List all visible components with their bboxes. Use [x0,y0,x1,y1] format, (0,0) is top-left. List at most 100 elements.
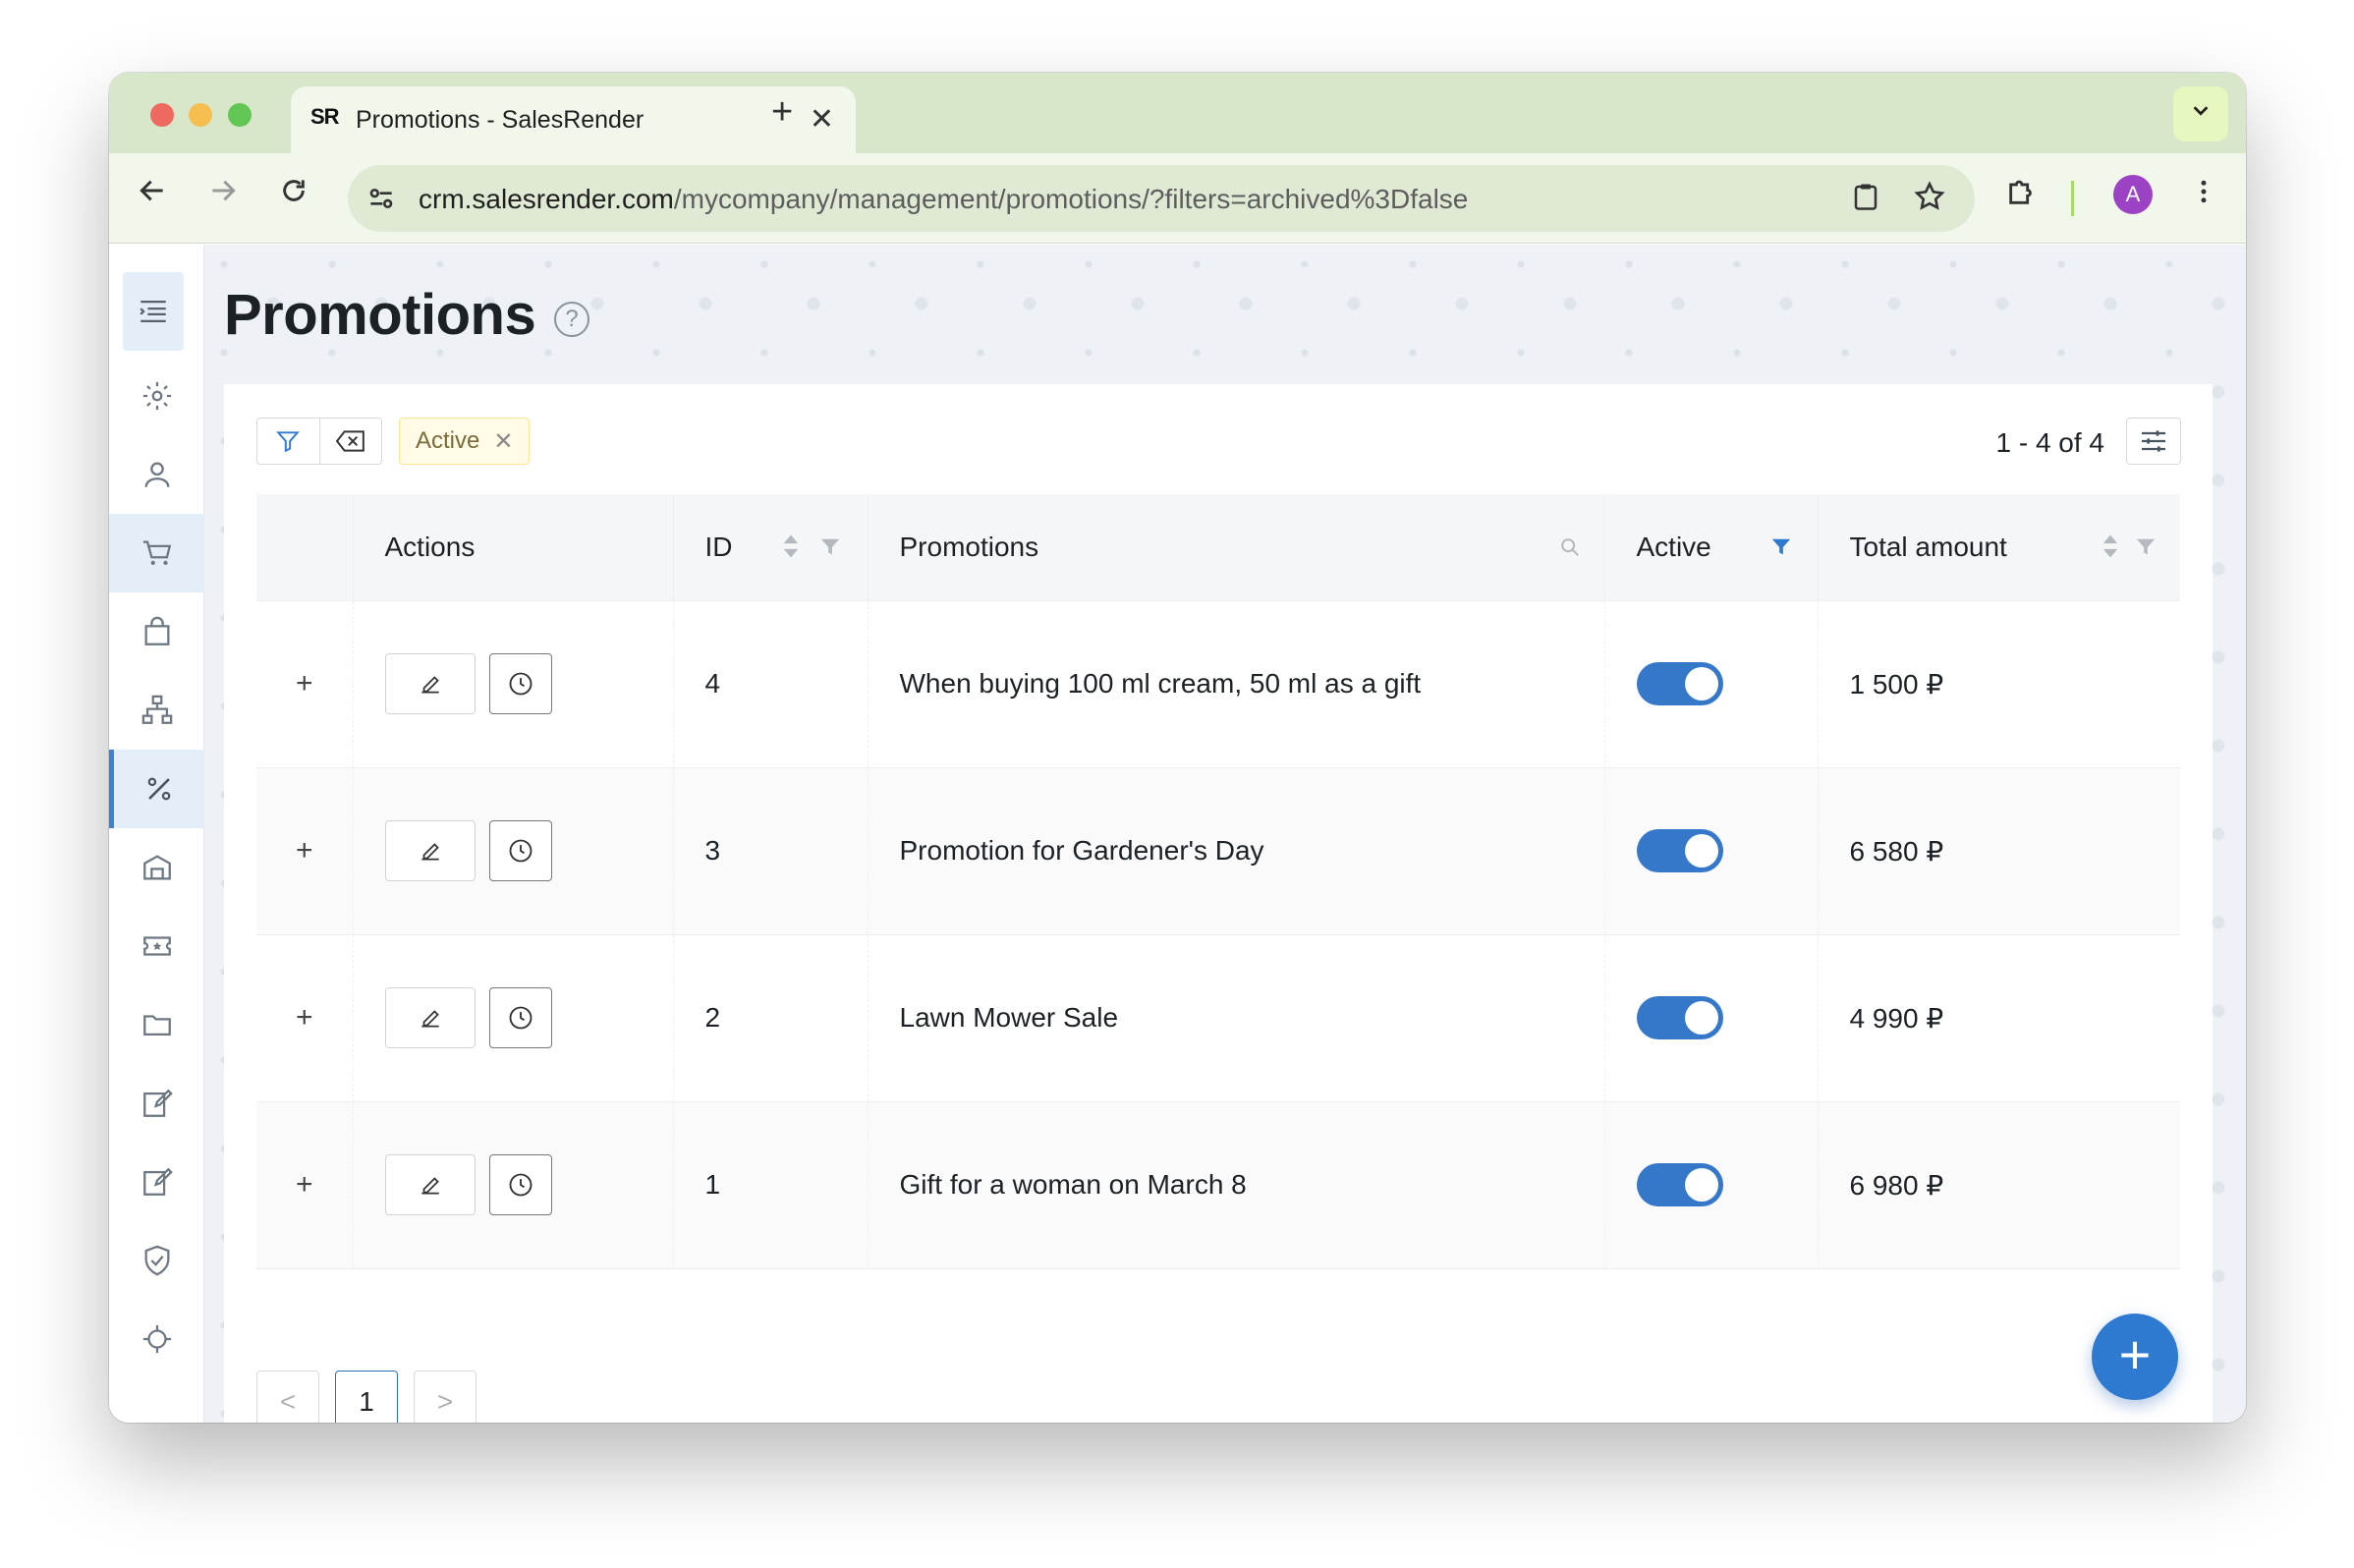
edit-button[interactable] [384,820,476,881]
back-button[interactable] [137,175,168,215]
active-toggle[interactable] [1636,662,1723,705]
active-toggle[interactable] [1636,1163,1723,1206]
reload-button[interactable] [278,175,309,215]
sidebar-item-security[interactable] [109,1221,204,1300]
expand-row-button[interactable]: + [256,600,353,768]
history-clock-icon [509,1006,532,1030]
sidebar-item-scripts[interactable] [109,1143,204,1221]
history-button[interactable] [488,1154,552,1215]
sort-icon[interactable] [2102,533,2119,566]
close-window-button[interactable] [150,103,174,127]
row-active [1603,1101,1818,1269]
backspace-clear-icon [335,430,364,452]
promotions-table: Actions ID Promotions Active Total amoun… [256,494,2180,1269]
expand-row-button[interactable]: + [256,1101,353,1269]
table-row[interactable]: + 4 When buying 100 ml cream, 50 ml as a… [256,600,2180,768]
column-header-actions: Actions [352,494,673,601]
table-row[interactable]: + 1 Gift for a woman on March 8 6 980 ₽ [256,1101,2180,1269]
clear-filters-button[interactable] [318,419,381,464]
row-active [1603,767,1818,935]
table-header-row: Actions ID Promotions Active Total amoun… [256,494,2180,601]
column-filter-icon[interactable] [2135,533,2157,565]
column-header-total-amount[interactable]: Total amount [1817,494,2180,601]
browser-window: SR Promotions - SalesRender ✕ + crm.sale… [109,73,2246,1423]
chip-remove-icon[interactable]: ✕ [493,427,513,456]
chip-label: Active [416,427,480,454]
tab-close-icon[interactable]: ✕ [810,102,834,137]
active-toggle[interactable] [1636,829,1723,872]
favicon-icon: SR [310,104,340,129]
column-label: Promotions [899,531,1039,562]
pagination: < 1 > [256,1371,476,1423]
sidebar-item-forms[interactable] [109,1064,204,1143]
filter-controls [256,418,382,465]
minimize-window-button[interactable] [189,103,212,127]
pencil-icon [420,1010,439,1028]
page-1-button[interactable]: 1 [335,1371,398,1423]
sort-icon[interactable] [782,533,800,566]
sidebar-item-orders[interactable] [109,514,204,592]
row-promotion-name[interactable]: Promotion for Gardener's Day [867,767,1604,935]
row-promotion-name[interactable]: Lawn Mower Sale [867,934,1604,1102]
forward-button[interactable] [207,175,239,215]
site-settings-icon[interactable] [365,183,397,214]
active-toggle[interactable] [1636,996,1723,1039]
toolbar-divider [2071,181,2074,216]
prev-page-button[interactable]: < [256,1371,319,1423]
tab-search-button[interactable] [2173,86,2228,141]
menu-kebab-icon[interactable] [2189,175,2218,217]
column-label: ID [704,531,733,562]
sidebar-item-users[interactable] [109,435,204,514]
expand-row-button[interactable]: + [256,767,353,935]
column-filter-icon[interactable] [819,533,841,565]
column-header-promotions[interactable]: Promotions [867,494,1604,601]
sidebar-item-target[interactable] [109,1300,204,1378]
row-active [1603,934,1818,1102]
cart-icon [142,540,171,566]
help-icon[interactable]: ? [554,302,589,337]
edit-button[interactable] [384,987,476,1048]
edit-button[interactable] [384,1154,476,1215]
sidebar-item-structure[interactable] [109,671,204,750]
column-search-icon[interactable] [1559,533,1581,565]
sidebar-item-products[interactable] [109,592,204,671]
column-label: Actions [384,531,476,562]
row-promotion-name[interactable]: When buying 100 ml cream, 50 ml as a gif… [867,600,1604,768]
column-header-active[interactable]: Active [1603,494,1818,601]
row-actions [352,934,673,1102]
sidebar-item-coupons[interactable] [109,907,204,985]
history-clock-icon [509,1173,532,1197]
extensions-icon[interactable] [2005,175,2039,217]
sidebar-item-warehouse[interactable] [109,828,204,907]
add-promotion-button[interactable]: + [2092,1314,2178,1400]
maximize-window-button[interactable] [228,103,252,127]
address-bar[interactable]: crm.salesrender.com/mycompany/management… [348,165,1975,232]
history-button[interactable] [488,653,552,714]
browser-toolbar: crm.salesrender.com/mycompany/management… [109,153,2246,244]
history-button[interactable] [488,820,552,881]
sidebar-item-promotions[interactable] [109,750,204,828]
row-promotion-name[interactable]: Gift for a woman on March 8 [867,1101,1604,1269]
clipboard-icon[interactable] [1851,181,1880,220]
history-button[interactable] [488,987,552,1048]
menu-toggle-button[interactable] [123,272,184,351]
folder-icon [142,1015,171,1036]
table-settings-button[interactable] [2126,418,2181,465]
expand-row-button[interactable]: + [256,934,353,1102]
new-tab-button[interactable]: + [771,91,793,134]
expand-column-header [256,494,353,601]
column-header-id[interactable]: ID [672,494,868,601]
table-row[interactable]: + 2 Lawn Mower Sale 4 990 ₽ [256,934,2180,1102]
sidebar-item-settings[interactable] [109,357,204,435]
active-filter-chip[interactable]: Active ✕ [399,418,531,465]
edit-button[interactable] [384,653,476,714]
table-row[interactable]: + 3 Promotion for Gardener's Day 6 580 ₽ [256,767,2180,935]
next-page-button[interactable]: > [414,1371,476,1423]
row-actions [352,600,673,768]
sidebar-item-files[interactable] [109,985,204,1064]
profile-avatar[interactable]: A [2113,175,2153,214]
active-filter-icon[interactable] [1770,533,1792,565]
filter-button[interactable] [257,419,319,464]
bookmark-star-icon[interactable] [1914,181,1945,220]
chevron-down-icon [2193,106,2209,116]
